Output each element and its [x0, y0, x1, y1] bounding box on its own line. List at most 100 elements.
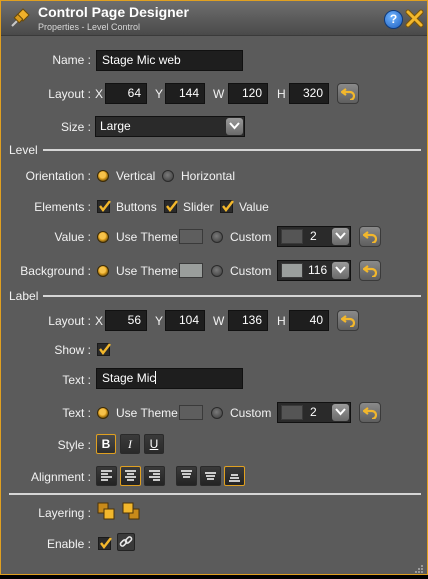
background-use-theme-label: Use Theme [116, 264, 178, 278]
background-custom-label: Custom [230, 264, 272, 278]
window-subtitle: Properties - Level Control [38, 22, 141, 32]
enable-label: Enable : [46, 537, 91, 551]
background-custom-select[interactable]: 116 [277, 260, 351, 281]
pushpin-icon[interactable] [9, 7, 31, 34]
align-left-icon [101, 470, 112, 481]
undo-arrow-icon [341, 88, 355, 100]
orientation-horizontal-label: Horizontal [181, 169, 236, 183]
chevron-down-icon[interactable] [332, 404, 349, 421]
align-middle-button[interactable] [200, 466, 221, 486]
background-undo-button[interactable] [359, 260, 381, 281]
layout-label: Layout : [48, 87, 91, 101]
layout-y-input[interactable]: 144 [165, 83, 205, 104]
resize-grip-icon[interactable] [414, 561, 424, 579]
label-section-title: Label [9, 289, 39, 303]
layout-h-input[interactable]: 320 [289, 83, 329, 104]
name-input[interactable]: Stage Mic web [96, 50, 243, 71]
orientation-horizontal-radio[interactable] [162, 170, 174, 182]
text-use-theme-label: Use Theme [116, 406, 178, 420]
undo-arrow-icon [363, 407, 377, 419]
value-use-theme-radio[interactable] [97, 231, 109, 243]
align-right-icon [149, 470, 160, 481]
label-layout-w-input[interactable]: 136 [228, 310, 268, 331]
align-right-button[interactable] [144, 466, 165, 486]
label-divider [43, 295, 421, 297]
bold-button[interactable]: B [96, 434, 116, 454]
chevron-down-icon[interactable] [332, 262, 349, 279]
text-undo-button[interactable] [359, 402, 381, 423]
align-middle-icon [205, 472, 216, 480]
chevron-down-icon[interactable] [332, 228, 349, 245]
label-layout-label: Layout : [48, 314, 91, 328]
text-input[interactable]: Stage Mic [96, 368, 243, 389]
label-layout-y-input[interactable]: 104 [165, 310, 205, 331]
italic-button[interactable]: I [120, 434, 140, 454]
enable-checkbox[interactable] [98, 537, 112, 550]
label-layout-h-label: H [277, 314, 286, 328]
label-layout-undo-button[interactable] [337, 310, 359, 331]
layout-x-input[interactable]: 64 [105, 83, 147, 104]
link-icon[interactable] [117, 533, 135, 551]
layout-w-input[interactable]: 120 [228, 83, 268, 104]
size-value: Large [100, 119, 131, 133]
value-custom-select[interactable]: 2 [277, 226, 351, 247]
elements-buttons-checkbox[interactable] [97, 200, 111, 213]
align-top-icon [181, 470, 192, 478]
level-section-title: Level [9, 143, 38, 157]
elements-value-label: Value [239, 200, 269, 214]
value-size: 2 [310, 229, 317, 243]
align-top-button[interactable] [176, 466, 197, 486]
bring-forward-icon[interactable] [97, 502, 117, 527]
layout-undo-button[interactable] [337, 83, 359, 104]
orientation-label: Orientation : [25, 169, 91, 183]
size-label: Size : [60, 120, 91, 134]
text-custom-swatch [281, 405, 303, 420]
value-custom-radio[interactable] [211, 231, 223, 243]
background-label: Background : [20, 264, 91, 278]
orientation-vertical-radio[interactable] [97, 170, 109, 182]
background-custom-swatch [281, 263, 303, 278]
value-custom-swatch [281, 229, 303, 244]
value-use-theme-label: Use Theme [116, 230, 178, 244]
align-bottom-button[interactable] [224, 466, 245, 486]
undo-arrow-icon [363, 265, 377, 277]
title-bar[interactable]: Control Page Designer Properties - Level… [1, 1, 427, 36]
label-layout-h-input[interactable]: 40 [289, 310, 329, 331]
text-custom-label: Custom [230, 406, 272, 420]
value-theme-swatch [179, 229, 203, 244]
show-checkbox[interactable] [97, 343, 111, 356]
align-bottom-icon [229, 474, 240, 482]
send-backward-icon[interactable] [122, 502, 142, 527]
label-layout-x-input[interactable]: 56 [105, 310, 147, 331]
text-color-label: Text : [62, 406, 91, 420]
background-use-theme-radio[interactable] [97, 265, 109, 277]
text-size: 2 [310, 405, 317, 419]
undo-arrow-icon [363, 231, 377, 243]
size-select[interactable]: Large [95, 116, 245, 137]
control-page-designer-window: Control Page Designer Properties - Level… [0, 0, 428, 575]
show-label: Show : [54, 343, 91, 357]
layering-label: Layering : [38, 506, 91, 520]
style-label: Style : [57, 438, 91, 452]
value-undo-button[interactable] [359, 226, 381, 247]
align-center-icon [125, 470, 136, 481]
layout-y-label: Y [155, 87, 164, 101]
underline-button[interactable]: U [144, 434, 164, 454]
text-custom-select[interactable]: 2 [277, 402, 351, 423]
value-label: Value : [54, 230, 91, 244]
elements-slider-checkbox[interactable] [164, 200, 178, 213]
align-left-button[interactable] [96, 466, 117, 486]
align-center-button[interactable] [120, 466, 141, 486]
help-icon[interactable]: ? [384, 10, 403, 29]
text-custom-radio[interactable] [211, 407, 223, 419]
footer-divider [9, 493, 421, 495]
text-label: Text : [62, 373, 91, 387]
text-use-theme-radio[interactable] [97, 407, 109, 419]
chevron-down-icon[interactable] [226, 118, 243, 135]
background-size: 116 [308, 263, 328, 277]
alignment-label: Alignment : [30, 470, 91, 484]
background-custom-radio[interactable] [211, 265, 223, 277]
close-icon[interactable] [405, 9, 424, 33]
elements-value-checkbox[interactable] [220, 200, 234, 213]
elements-slider-label: Slider [183, 200, 214, 214]
